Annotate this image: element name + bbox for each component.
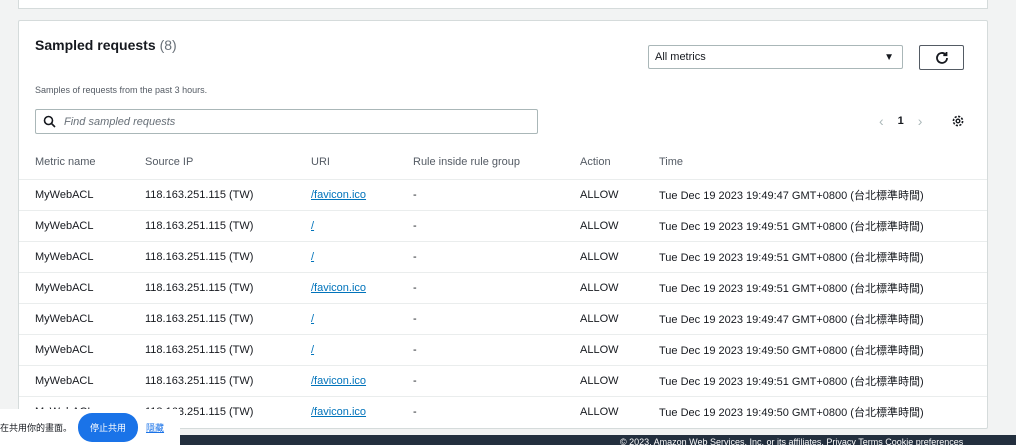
uri-link[interactable]: /favicon.ico	[311, 375, 366, 387]
cell-rule: -	[413, 241, 580, 273]
panel-title: Sampled requests (8)	[35, 37, 177, 53]
cell-metric: MyWebACL	[19, 241, 145, 273]
cell-source-ip: 118.163.251.115 (TW)	[145, 241, 311, 273]
cell-rule: -	[413, 210, 580, 242]
cell-metric: MyWebACL	[19, 334, 145, 366]
header-uri: URI	[311, 156, 330, 168]
panel-title-text: Sampled requests	[35, 37, 156, 53]
cell-rule: -	[413, 179, 580, 211]
cell-action: ALLOW	[580, 241, 659, 273]
share-message: 在共用你的畫面。	[0, 423, 73, 434]
cell-time: Tue Dec 19 2023 19:49:51 GMT+0800 (台北標準時…	[659, 365, 987, 397]
cell-time: Tue Dec 19 2023 19:49:51 GMT+0800 (台北標準時…	[659, 272, 987, 304]
screen-share-bar: 在共用你的畫面。 停止共用 隱藏	[0, 409, 180, 445]
header-rule: Rule inside rule group	[413, 156, 521, 168]
search-input[interactable]	[62, 114, 516, 129]
cell-source-ip: 118.163.251.115 (TW)	[145, 272, 311, 304]
uri-link[interactable]: /favicon.ico	[311, 406, 366, 418]
gear-icon[interactable]	[951, 114, 965, 128]
header-action: Action	[580, 156, 611, 168]
cell-rule: -	[413, 272, 580, 304]
chevron-right-icon[interactable]: ›	[918, 114, 923, 128]
cell-uri: /	[311, 241, 413, 273]
cell-uri: /favicon.ico	[311, 272, 413, 304]
cell-time: Tue Dec 19 2023 19:49:51 GMT+0800 (台北標準時…	[659, 210, 987, 242]
cell-time: Tue Dec 19 2023 19:49:50 GMT+0800 (台北標準時…	[659, 334, 987, 366]
cell-action: ALLOW	[580, 303, 659, 335]
cell-uri: /favicon.ico	[311, 365, 413, 397]
cell-uri: /	[311, 303, 413, 335]
table-row: MyWebACL 118.163.251.115 (TW) / - ALLOW …	[19, 210, 987, 242]
cell-time: Tue Dec 19 2023 19:49:50 GMT+0800 (台北標準時…	[659, 396, 987, 427]
refresh-icon	[935, 51, 948, 64]
uri-link[interactable]: /favicon.ico	[311, 282, 366, 294]
cell-metric: MyWebACL	[19, 272, 145, 304]
cell-action: ALLOW	[580, 179, 659, 211]
cell-metric: MyWebACL	[19, 210, 145, 242]
uri-link[interactable]: /	[311, 220, 314, 232]
table-row: MyWebACL 118.163.251.115 (TW) /favicon.i…	[19, 179, 987, 211]
cell-source-ip: 118.163.251.115 (TW)	[145, 210, 311, 242]
cell-uri: /	[311, 210, 413, 242]
cell-action: ALLOW	[580, 365, 659, 397]
uri-link[interactable]: /favicon.ico	[311, 189, 366, 201]
cell-source-ip: 118.163.251.115 (TW)	[145, 179, 311, 211]
hide-link[interactable]: 隱藏	[146, 421, 164, 434]
table-row: MyWebACL 118.163.251.115 (TW) /favicon.i…	[19, 272, 987, 304]
table-row: MyWebACL 118.163.251.115 (TW) / - ALLOW …	[19, 334, 987, 366]
cell-source-ip: 118.163.251.115 (TW)	[145, 365, 311, 397]
cell-uri: /favicon.ico	[311, 179, 413, 211]
metrics-select[interactable]: All metrics ▼	[648, 45, 903, 69]
search-box[interactable]	[35, 109, 538, 134]
cell-time: Tue Dec 19 2023 19:49:51 GMT+0800 (台北標準時…	[659, 241, 987, 273]
cell-rule: -	[413, 396, 580, 427]
cell-source-ip: 118.163.251.115 (TW)	[145, 303, 311, 335]
cell-time: Tue Dec 19 2023 19:49:47 GMT+0800 (台北標準時…	[659, 179, 987, 211]
cell-source-ip: 118.163.251.115 (TW)	[145, 334, 311, 366]
uri-link[interactable]: /	[311, 251, 314, 263]
caret-down-icon: ▼	[884, 52, 894, 63]
pagination: ‹ 1 ›	[879, 114, 922, 128]
uri-link[interactable]: /	[311, 344, 314, 356]
cell-rule: -	[413, 303, 580, 335]
table-row: MyWebACL 118.163.251.115 (TW) / - ALLOW …	[19, 241, 987, 273]
table-row: MyWebACL 118.163.251.115 (TW) / - ALLOW …	[19, 303, 987, 335]
header-source-ip: Source IP	[145, 156, 194, 168]
metrics-select-value: All metrics	[655, 51, 706, 63]
request-count: (8)	[159, 37, 177, 53]
cell-action: ALLOW	[580, 396, 659, 427]
cell-action: ALLOW	[580, 334, 659, 366]
cell-rule: -	[413, 365, 580, 397]
stop-sharing-button[interactable]: 停止共用	[78, 412, 139, 442]
sampled-requests-panel: Sampled requests (8) Samples of requests …	[18, 20, 988, 429]
uri-link[interactable]: /	[311, 313, 314, 325]
cell-time: Tue Dec 19 2023 19:49:47 GMT+0800 (台北標準時…	[659, 303, 987, 335]
previous-panel	[18, 0, 988, 9]
page-number[interactable]: 1	[898, 115, 904, 127]
cell-action: ALLOW	[580, 210, 659, 242]
cell-uri: /favicon.ico	[311, 396, 413, 427]
cell-rule: -	[413, 334, 580, 366]
cell-uri: /	[311, 334, 413, 366]
cell-action: ALLOW	[580, 272, 659, 304]
search-icon	[43, 115, 56, 128]
table-row: MyWebACL 118.163.251.115 (TW) /favicon.i…	[19, 365, 987, 397]
cell-metric: MyWebACL	[19, 365, 145, 397]
panel-description: Samples of requests from the past 3 hour…	[35, 85, 208, 95]
table-header-row: Metric name Source IP URI Rule inside ru…	[19, 145, 987, 180]
cell-metric: MyWebACL	[19, 303, 145, 335]
footer-text: © 2023, Amazon Web Services, Inc. or its…	[620, 437, 964, 445]
chevron-left-icon[interactable]: ‹	[879, 114, 884, 128]
header-time: Time	[659, 156, 684, 168]
header-metric-name: Metric name	[35, 156, 96, 168]
refresh-button[interactable]	[919, 45, 964, 70]
cell-metric: MyWebACL	[19, 179, 145, 211]
requests-table: Metric name Source IP URI Rule inside ru…	[19, 145, 987, 427]
page-footer: © 2023, Amazon Web Services, Inc. or its…	[180, 435, 1016, 445]
